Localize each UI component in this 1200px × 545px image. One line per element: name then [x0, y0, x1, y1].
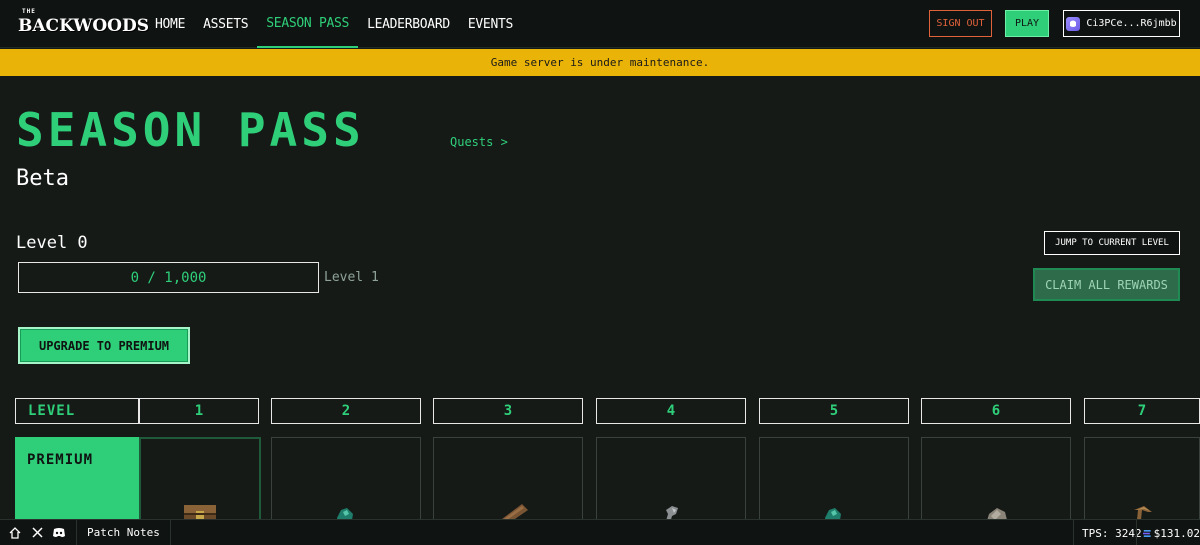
level-cell-1: 1 [139, 398, 259, 424]
level-cell-4: 4 [596, 398, 746, 424]
banner-text: Game server is under maintenance. [490, 56, 710, 69]
nav-leaderboard[interactable]: LEADERBOARD [358, 0, 459, 48]
home-icon[interactable] [4, 520, 26, 545]
nav-links: HOME ASSETS SEASON PASS LEADERBOARD EVEN… [155, 0, 522, 48]
play-button[interactable]: PLAY [1005, 10, 1049, 37]
reward-cell-6[interactable] [921, 437, 1071, 527]
wallet-address: Ci3PCe...R6jmbb [1086, 18, 1177, 29]
nav-season-pass[interactable]: SEASON PASS [257, 0, 359, 48]
nav-events[interactable]: EVENTS [459, 0, 522, 48]
wallet-button[interactable]: Ci3PCe...R6jmbb [1063, 10, 1180, 37]
level-cell-6: 6 [921, 398, 1071, 424]
level-row-header: LEVEL [15, 398, 139, 424]
xp-progress-bar: 0 / 1,000 [18, 262, 319, 293]
level-cell-3: 3 [433, 398, 583, 424]
xp-progress-text: 0 / 1,000 [130, 269, 207, 286]
patch-notes-link[interactable]: Patch Notes [77, 526, 170, 539]
discord-icon[interactable] [48, 520, 70, 545]
logo-name: BACKWOODS [18, 16, 149, 36]
level-cell-5: 5 [759, 398, 909, 424]
sign-out-button[interactable]: SIGN OUT [929, 10, 992, 37]
reward-cell-5[interactable] [759, 437, 909, 527]
premium-row-header: PREMIUM [15, 437, 139, 527]
reward-cell-1[interactable] [139, 437, 261, 527]
backwoods-logo[interactable]: THE BACKWOODS [16, 8, 149, 40]
nav-home[interactable]: HOME [155, 0, 194, 48]
logo-the: THE [22, 8, 36, 15]
reward-cell-7[interactable] [1084, 437, 1200, 527]
maintenance-banner: Game server is under maintenance. [0, 49, 1200, 76]
level-cell-2: 2 [271, 398, 421, 424]
reward-cell-4[interactable] [596, 437, 746, 527]
token-price-value: $131.02 [1153, 526, 1200, 540]
page-title: SEASON PASS [16, 103, 365, 157]
solana-icon [1143, 529, 1151, 537]
quests-link[interactable]: Quests > [450, 135, 508, 149]
upgrade-to-premium-button[interactable]: UPGRADE TO PREMIUM [18, 327, 190, 364]
wallet-icon [1066, 16, 1081, 31]
footer-bar: Patch Notes TPS: 3242 $131.02 [0, 519, 1200, 545]
current-level-label: Level 0 [16, 233, 88, 253]
footer-divider [169, 519, 171, 545]
token-price: $131.02 [1136, 520, 1200, 545]
claim-all-rewards-button[interactable]: CLAIM ALL REWARDS [1033, 268, 1180, 301]
jump-to-current-level-button[interactable]: JUMP TO CURRENT LEVEL [1044, 231, 1180, 255]
top-nav: THE BACKWOODS HOME ASSETS SEASON PASS LE… [0, 0, 1200, 48]
reward-cell-3[interactable] [433, 437, 583, 527]
nav-assets[interactable]: ASSETS [194, 0, 257, 48]
level-cell-7: 7 [1084, 398, 1200, 424]
x-twitter-icon[interactable] [26, 520, 48, 545]
reward-cell-2[interactable] [271, 437, 421, 527]
season-subtitle: Beta [16, 166, 69, 191]
next-level-label: Level 1 [324, 270, 379, 285]
